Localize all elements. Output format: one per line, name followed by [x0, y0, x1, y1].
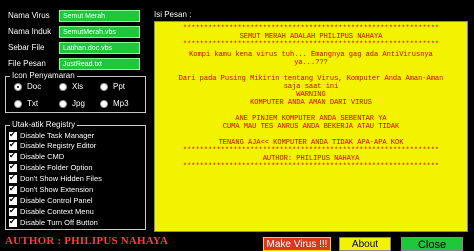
file-pesan-label: File Pesan — [8, 59, 46, 68]
radio-icon — [100, 99, 108, 108]
checkbox-checked-icon — [9, 173, 17, 183]
message-line: SEMUT MERAH ADALAH PHILIPUS NAHAYA — [239, 33, 383, 41]
message-line: AUTHOR: PHILIPUS NAHAYA — [262, 155, 360, 163]
radio-doc-label: Doc — [27, 82, 42, 91]
nama-virus-input[interactable]: Semut Merah — [59, 10, 140, 22]
nama-induk-label: Nama Induk — [8, 27, 52, 36]
message-line: ****************************************… — [182, 41, 440, 49]
registry-group-title: Utak-atik Registry — [10, 120, 78, 129]
chk-label: Don't Show Extension — [20, 185, 94, 194]
radio-xls-label: Xls — [72, 82, 84, 91]
chk-label: Disable Task Manager — [20, 131, 95, 140]
message-line: Dari pada Pusing Mikirin tentang Virus, … — [178, 75, 444, 83]
chk-disable-cmd[interactable]: Disable CMD — [9, 151, 65, 161]
chk-label: Don't Show Hidden Files — [20, 174, 102, 183]
radio-icon — [59, 99, 67, 108]
message-line: Kompi kamu kena virus tuh... Emangnya ga… — [189, 51, 433, 59]
chk-disable-task-manager[interactable]: Disable Task Manager — [9, 130, 95, 140]
radio-txt[interactable]: Txt — [14, 99, 38, 108]
chk-disable-folder-option[interactable]: Disable Folder Option — [9, 162, 93, 172]
message-line: ya...??? — [294, 59, 328, 67]
sebar-file-input[interactable]: Latihan.doc.vbs — [59, 42, 140, 54]
nama-virus-label: Nama Virus — [8, 11, 50, 20]
message-line: ****************************************… — [182, 163, 440, 171]
radio-mp3[interactable]: Mp3 — [100, 99, 129, 108]
message-line: CUMA MAU TES ANRUS ANDA BEKERJA ATAU TID… — [222, 123, 400, 131]
chk-disable-turn-off-button[interactable]: Disable Turn Off Button — [9, 217, 98, 227]
checkbox-checked-icon — [9, 130, 17, 140]
isi-pesan-label: Isi Pesan : — [154, 10, 192, 19]
message-line: ****************************************… — [182, 25, 440, 33]
message-line: ANE PINJEM KOMPUTER ANDA SEBENTAR YA — [235, 115, 387, 123]
radio-icon — [14, 99, 22, 108]
message-line: ****************************************… — [182, 147, 440, 155]
radio-jpg-label: Jpg — [72, 99, 85, 108]
chk-dont-show-extension[interactable]: Don't Show Extension — [9, 184, 94, 194]
chk-label: Disable Context Menu — [20, 207, 94, 216]
icon-penyamaran-title: Icon Penyamaran — [10, 71, 77, 80]
make-virus-button[interactable]: Make Virus !!! — [263, 237, 331, 251]
radio-ppt-label: Ppt — [113, 82, 126, 91]
chk-label: Disable Control Panel — [20, 196, 93, 205]
radio-ppt[interactable]: Ppt — [100, 82, 125, 91]
chk-dont-show-hidden-files[interactable]: Don't Show Hidden Files — [9, 173, 102, 183]
radio-jpg[interactable]: Jpg — [59, 99, 85, 108]
message-line: TENANG AJA<< KOMPUTER ANDA TIDAK APA-APA… — [218, 139, 404, 147]
radio-icon — [59, 82, 67, 91]
message-line: KOMPUTER ANDA AMAN DARI VIRUS — [250, 99, 372, 107]
message-textarea[interactable]: ****************************************… — [154, 21, 468, 232]
radio-icon — [100, 82, 108, 91]
radio-xls[interactable]: Xls — [59, 82, 83, 91]
checkbox-checked-icon — [9, 151, 17, 161]
chk-label: Disable Registry Editor — [20, 141, 97, 150]
chk-label: Disable Folder Option — [20, 163, 93, 172]
checkbox-checked-icon — [9, 195, 17, 205]
nama-induk-input[interactable]: SemutMerah.vbs — [59, 26, 140, 38]
checkbox-checked-icon — [9, 217, 17, 227]
checkbox-checked-icon — [9, 206, 17, 216]
radio-txt-label: Txt — [27, 99, 39, 108]
radio-mp3-label: Mp3 — [113, 99, 129, 108]
chk-label: Disable Turn Off Button — [20, 218, 98, 227]
close-button[interactable]: Close — [401, 237, 463, 251]
radio-doc[interactable]: Doc — [14, 82, 41, 91]
file-pesan-input[interactable]: JustRead.txt — [59, 58, 140, 70]
checkbox-checked-icon — [9, 162, 17, 172]
checkbox-checked-icon — [9, 184, 17, 194]
sebar-file-label: Sebar File — [8, 43, 45, 52]
chk-disable-control-panel[interactable]: Disable Control Panel — [9, 195, 93, 205]
checkbox-checked-icon — [9, 140, 17, 150]
chk-disable-context-menu[interactable]: Disable Context Menu — [9, 206, 94, 216]
virus-maker-window: Nama Virus Semut Merah Nama Induk SemutM… — [0, 0, 474, 251]
chk-label: Disable CMD — [20, 152, 65, 161]
chk-disable-registry-editor[interactable]: Disable Registry Editor — [9, 140, 97, 150]
message-line: saja saat ini — [283, 83, 339, 91]
author-label: AUTHOR : PHILIPUS NAHAYA — [5, 235, 169, 247]
about-button[interactable]: About — [339, 237, 391, 251]
radio-selected-icon — [14, 82, 22, 91]
message-line: WARNING — [296, 91, 326, 99]
